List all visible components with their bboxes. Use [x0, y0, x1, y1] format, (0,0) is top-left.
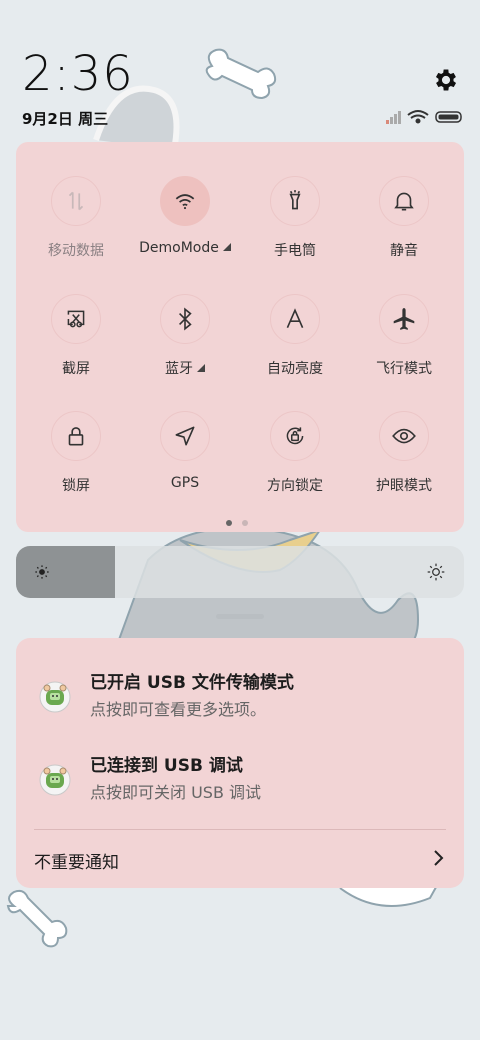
rotation-lock-icon [286, 427, 304, 445]
brightness-low-icon [35, 565, 49, 579]
status-icons [386, 110, 462, 124]
tile-auto-brightness[interactable]: 自动亮度 [240, 294, 350, 394]
screenshot-icon [67, 310, 85, 328]
divider [34, 829, 446, 830]
bell-icon [394, 192, 414, 211]
eye-icon [392, 428, 416, 444]
tile-label: 飞行模式 [376, 361, 432, 377]
brightness-slider[interactable] [16, 546, 464, 598]
page-dot-active [226, 520, 232, 526]
tile-label: DemoMode [139, 240, 219, 256]
drag-handle[interactable] [216, 614, 264, 619]
battery-icon [435, 111, 462, 123]
auto-brightness-icon [286, 308, 304, 328]
notification-panel: 已开启 USB 文件传输模式 点按即可查看更多选项。 已连接到 USB 调试 点… [16, 638, 464, 888]
tile-mute[interactable]: 静音 [349, 176, 459, 276]
unimportant-notifications-link[interactable]: 不重要通知 [34, 848, 119, 873]
bone-icon [205, 48, 277, 100]
tile-rotation-lock[interactable]: 方向锁定 [240, 411, 350, 511]
notification-title: 已连接到 USB 调试 [90, 756, 243, 776]
wifi-icon [175, 194, 195, 210]
wifi-icon [407, 110, 429, 124]
tile-mobile-data[interactable]: 移动数据 [21, 176, 131, 276]
tile-label: 截屏 [62, 361, 90, 377]
brightness-high-icon [427, 563, 445, 581]
bone-icon [6, 889, 68, 948]
notification-subtitle: 点按即可关闭 USB 调试 [90, 783, 262, 802]
tile-label: GPS [170, 475, 200, 491]
notification-usb-debugging[interactable]: 已连接到 USB 调试 点按即可关闭 USB 调试 [16, 751, 464, 811]
tile-gps[interactable]: GPS [130, 411, 240, 511]
tile-label: 静音 [390, 243, 418, 259]
expand-caret-icon[interactable] [222, 243, 231, 251]
android-icon [39, 764, 71, 796]
tile-flashlight[interactable]: 手电筒 [240, 176, 350, 276]
tile-airplane-mode[interactable]: 飞行模式 [349, 294, 459, 394]
clock[interactable]: 2:36 [22, 46, 134, 102]
tile-eye-care[interactable]: 护眼模式 [349, 411, 459, 511]
bluetooth-icon [179, 307, 192, 331]
tile-label: 方向锁定 [267, 478, 323, 494]
lock-icon [68, 427, 84, 446]
android-icon [39, 681, 71, 713]
notification-subtitle: 点按即可查看更多选项。 [90, 700, 267, 719]
tile-label: 移动数据 [48, 243, 104, 259]
flashlight-icon [289, 190, 301, 210]
tile-lock-screen[interactable]: 锁屏 [21, 411, 131, 511]
notification-title: 已开启 USB 文件传输模式 [90, 673, 294, 693]
location-icon [175, 426, 195, 446]
tile-bluetooth[interactable]: 蓝牙 [130, 294, 240, 394]
notification-usb-transfer[interactable]: 已开启 USB 文件传输模式 点按即可查看更多选项。 [16, 668, 464, 728]
tile-label: 手电筒 [274, 243, 316, 259]
airplane-icon [393, 308, 415, 330]
page-dot [242, 520, 248, 526]
tile-screenshot[interactable]: 截屏 [21, 294, 131, 394]
tile-wifi[interactable]: DemoMode [130, 176, 240, 276]
date[interactable]: 9月2日 周三 [22, 108, 108, 129]
tile-label: 锁屏 [62, 478, 90, 494]
gear-icon[interactable] [432, 66, 460, 94]
signal-icon [386, 111, 401, 124]
mobile-data-icon [68, 191, 84, 211]
tile-label: 护眼模式 [376, 478, 432, 494]
page-indicator [226, 520, 256, 530]
brightness-fill [16, 546, 115, 598]
tile-label: 蓝牙 [165, 361, 193, 377]
expand-caret-icon[interactable] [197, 364, 205, 372]
tile-label: 自动亮度 [267, 361, 323, 377]
chevron-right-icon[interactable] [432, 848, 446, 868]
quick-settings-panel: 移动数据 DemoMode 手电筒 静音 截屏 蓝牙 自动亮度 飞行模式 锁屏 … [16, 142, 464, 532]
